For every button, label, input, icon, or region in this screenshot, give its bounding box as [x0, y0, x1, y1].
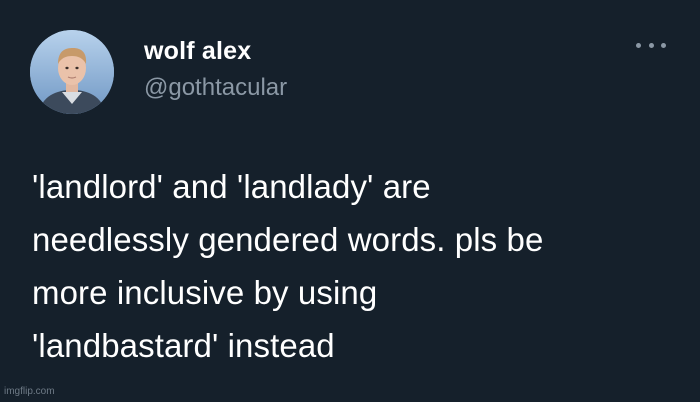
tweet-text-line: 'landbastard' instead — [32, 327, 335, 364]
tweet-text: 'landlord' and 'landlady' are needlessly… — [32, 160, 672, 372]
dot — [661, 42, 666, 48]
more-horizontal-icon[interactable] — [636, 38, 666, 52]
tweet-text-line: needlessly gendered words. pls be — [32, 221, 544, 258]
avatar-photo — [30, 30, 114, 114]
tweet-text-line: 'landlord' and 'landlady' are — [32, 168, 431, 205]
avatar[interactable] — [30, 30, 114, 114]
author-name[interactable]: wolf alex — [144, 36, 251, 66]
tweet-text-line: more inclusive by using — [32, 274, 378, 311]
dot — [636, 42, 641, 48]
watermark: imgflip.com — [4, 386, 55, 397]
dot — [648, 42, 654, 48]
author-handle[interactable]: @gothtacular — [144, 74, 287, 102]
tweet-card: wolf alex @gothtacular 'landlord' and 'l… — [0, 0, 700, 402]
